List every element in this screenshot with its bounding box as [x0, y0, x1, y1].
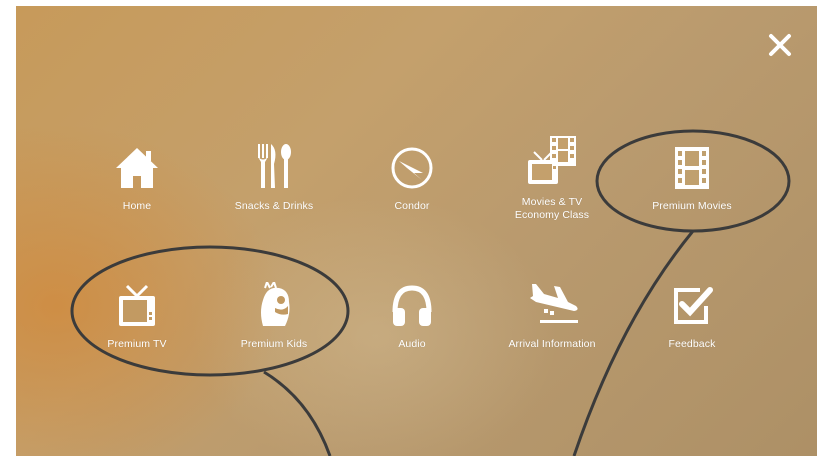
menu-item-feedback[interactable]: Feedback [627, 274, 757, 351]
menu-item-label: Premium Movies [652, 200, 732, 212]
kids-character-icon [261, 282, 290, 326]
menu-item-condor[interactable]: Condor [347, 136, 477, 213]
cutlery-icon [258, 144, 291, 188]
menu-item-home[interactable]: Home [72, 136, 202, 213]
condor-logo-icon [391, 147, 433, 189]
menu-item-snacks-drinks[interactable]: Snacks & Drinks [209, 136, 339, 213]
menu-item-movies-tv-economy[interactable]: Movies & TV Economy Class [487, 130, 617, 222]
menu-item-label: Condor [394, 200, 430, 212]
menu-item-label: Premium Kids [240, 338, 308, 350]
menu-item-premium-tv[interactable]: Premium TV [72, 274, 202, 351]
menu-item-label: Home [122, 200, 152, 212]
menu-item-label: Premium TV [107, 338, 167, 350]
headphones-icon [392, 285, 432, 326]
film-icon [675, 147, 709, 189]
menu-item-audio[interactable]: Audio [347, 274, 477, 351]
checkbox-icon [674, 287, 713, 324]
close-icon [769, 34, 791, 56]
menu-item-label: Feedback [668, 338, 716, 350]
menu-item-premium-kids[interactable]: Premium Kids [209, 274, 339, 351]
home-icon [116, 148, 158, 188]
menu-item-arrival-information[interactable]: Arrival Information [487, 274, 617, 351]
menu-item-label: Arrival Information [508, 338, 596, 350]
menu-item-label: Snacks & Drinks [234, 200, 314, 212]
close-button[interactable] [763, 28, 797, 62]
menu-item-label: Audio [398, 338, 426, 350]
tv-film-icon [528, 136, 576, 184]
menu-item-premium-movies[interactable]: Premium Movies [627, 136, 757, 213]
entertainment-menu-screen: Home Snacks & Drinks Condor Movies & TV … [16, 6, 817, 456]
plane-landing-icon [530, 284, 578, 323]
tv-icon [119, 284, 155, 326]
menu-item-label: Movies & TV Economy Class [514, 196, 590, 221]
